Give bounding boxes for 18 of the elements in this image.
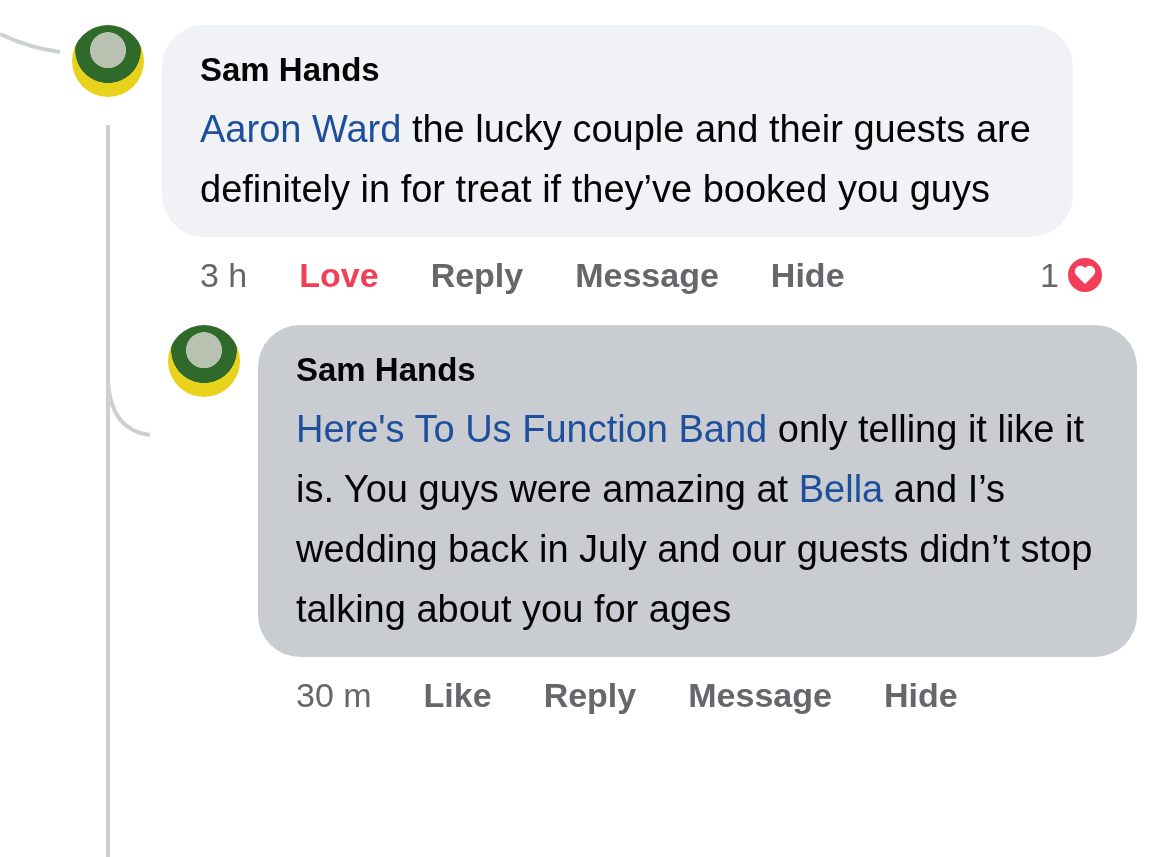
reaction-count: 1 — [1040, 255, 1059, 295]
timestamp: 3 h — [200, 255, 248, 295]
action-button[interactable]: Hide — [770, 255, 845, 295]
reaction-button[interactable]: Like — [423, 675, 492, 715]
mention-link[interactable]: Bella — [798, 468, 884, 510]
mention-link[interactable]: Aaron Ward — [200, 108, 402, 150]
mention-link[interactable]: Here's To Us Function Band — [296, 408, 768, 450]
action-button[interactable]: Message — [575, 255, 719, 295]
action-button[interactable]: Hide — [883, 675, 958, 715]
author-name[interactable]: Sam Hands — [296, 351, 1101, 389]
author-name[interactable]: Sam Hands — [200, 51, 1037, 89]
action-button[interactable]: Reply — [543, 675, 637, 715]
comment-text: Aaron Ward the lucky couple and their guests are definitely in for treat if they’ve booked you guys — [200, 107, 1032, 212]
comment-text: Here's To Us Function Band only telling it like it is. You guys were amazing at Bella and I’s wedding back in July and our guests didn’t stop talking about you for ages — [296, 407, 1094, 632]
action-button[interactable]: Reply — [430, 255, 524, 295]
reaction-button[interactable]: Love — [299, 255, 379, 295]
timestamp: 30 m — [296, 675, 372, 715]
action-button[interactable]: Message — [688, 675, 832, 715]
